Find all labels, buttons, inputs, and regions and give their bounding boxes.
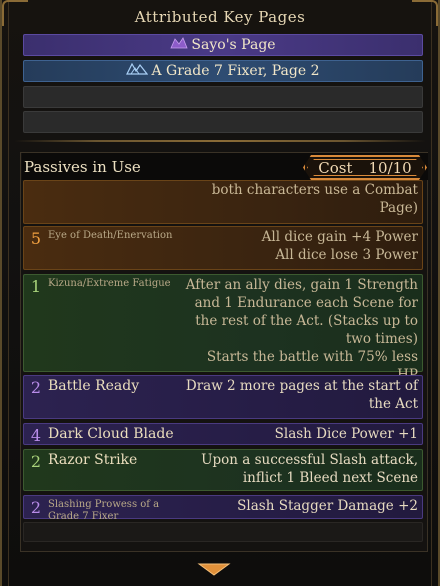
passive-row[interactable]: 4 Dark Cloud Blade Slash Dice Power +1 (23, 423, 423, 445)
cost-label: Cost (318, 158, 353, 177)
passive-name: Dark Cloud Blade (48, 426, 174, 442)
passive-cost (24, 181, 48, 223)
passive-name: Slashing Prowess of a Grade 7 Fixer (48, 499, 160, 522)
passive-row[interactable]: 2 Razor Strike Upon a successful Slash a… (23, 449, 423, 491)
cost-badge: Cost 10/10 (303, 155, 427, 180)
passive-cost: 4 (30, 426, 42, 445)
passive-description: Slash Dice Power +1 (274, 426, 418, 442)
passive-cost: 2 (30, 498, 42, 517)
passive-cost: 1 (30, 277, 42, 296)
passive-description: Upon a successful Slash attack, inflict … (201, 452, 418, 486)
section-divider (14, 140, 426, 142)
purple-ornament-icon (170, 36, 189, 54)
passive-name (48, 181, 183, 223)
key-page-sayo[interactable]: Sayo's Page (23, 34, 423, 56)
passive-name: Razor Strike (48, 452, 138, 468)
passive-name: Eye of Death/Enervation (48, 230, 173, 241)
key-page-label: A Grade 7 Fixer, Page 2 (151, 63, 320, 79)
key-page-label: Sayo's Page (191, 37, 276, 53)
passive-slot-empty[interactable] (23, 522, 423, 542)
scroll-down-arrow-icon[interactable] (197, 560, 231, 578)
passive-description: Draw 2 more pages at the start of the Ac… (185, 378, 418, 412)
key-page-slot-empty[interactable] (23, 111, 423, 133)
passive-cost: 5 (30, 229, 42, 248)
passive-row[interactable]: 2 Battle Ready Draw 2 more pages at the … (23, 375, 423, 419)
passive-row[interactable]: 1 Kizuna/Extreme Fatigue After an ally d… (23, 274, 423, 383)
blue-ornament-icon (126, 62, 149, 80)
passive-description: Slash Stagger Damage +2 (237, 498, 418, 514)
passive-name: Kizuna/Extreme Fatigue (48, 278, 171, 289)
passive-row[interactable]: both characters use a Combat Page) (23, 180, 423, 224)
key-page-grade7-fixer[interactable]: A Grade 7 Fixer, Page 2 (23, 60, 423, 82)
passive-row[interactable]: 5 Eye of Death/Enervation All dice gain … (23, 226, 423, 270)
cost-value: 10/10 (368, 158, 412, 177)
key-pages-title: Attributed Key Pages (134, 8, 306, 26)
passive-description: both characters use a Combat Page) (211, 182, 418, 216)
passive-description: All dice gain +4 Power All dice lose 3 P… (261, 229, 418, 263)
passive-name: Battle Ready (48, 378, 140, 394)
passive-description: After an ally dies, gain 1 Strength and … (185, 277, 418, 383)
passive-cost: 2 (30, 452, 42, 471)
passive-cost: 2 (30, 378, 42, 397)
passive-row[interactable]: 2 Slashing Prowess of a Grade 7 Fixer Sl… (23, 495, 423, 522)
key-page-slot-empty[interactable] (23, 86, 423, 108)
passives-title: Passives in Use (24, 158, 141, 176)
